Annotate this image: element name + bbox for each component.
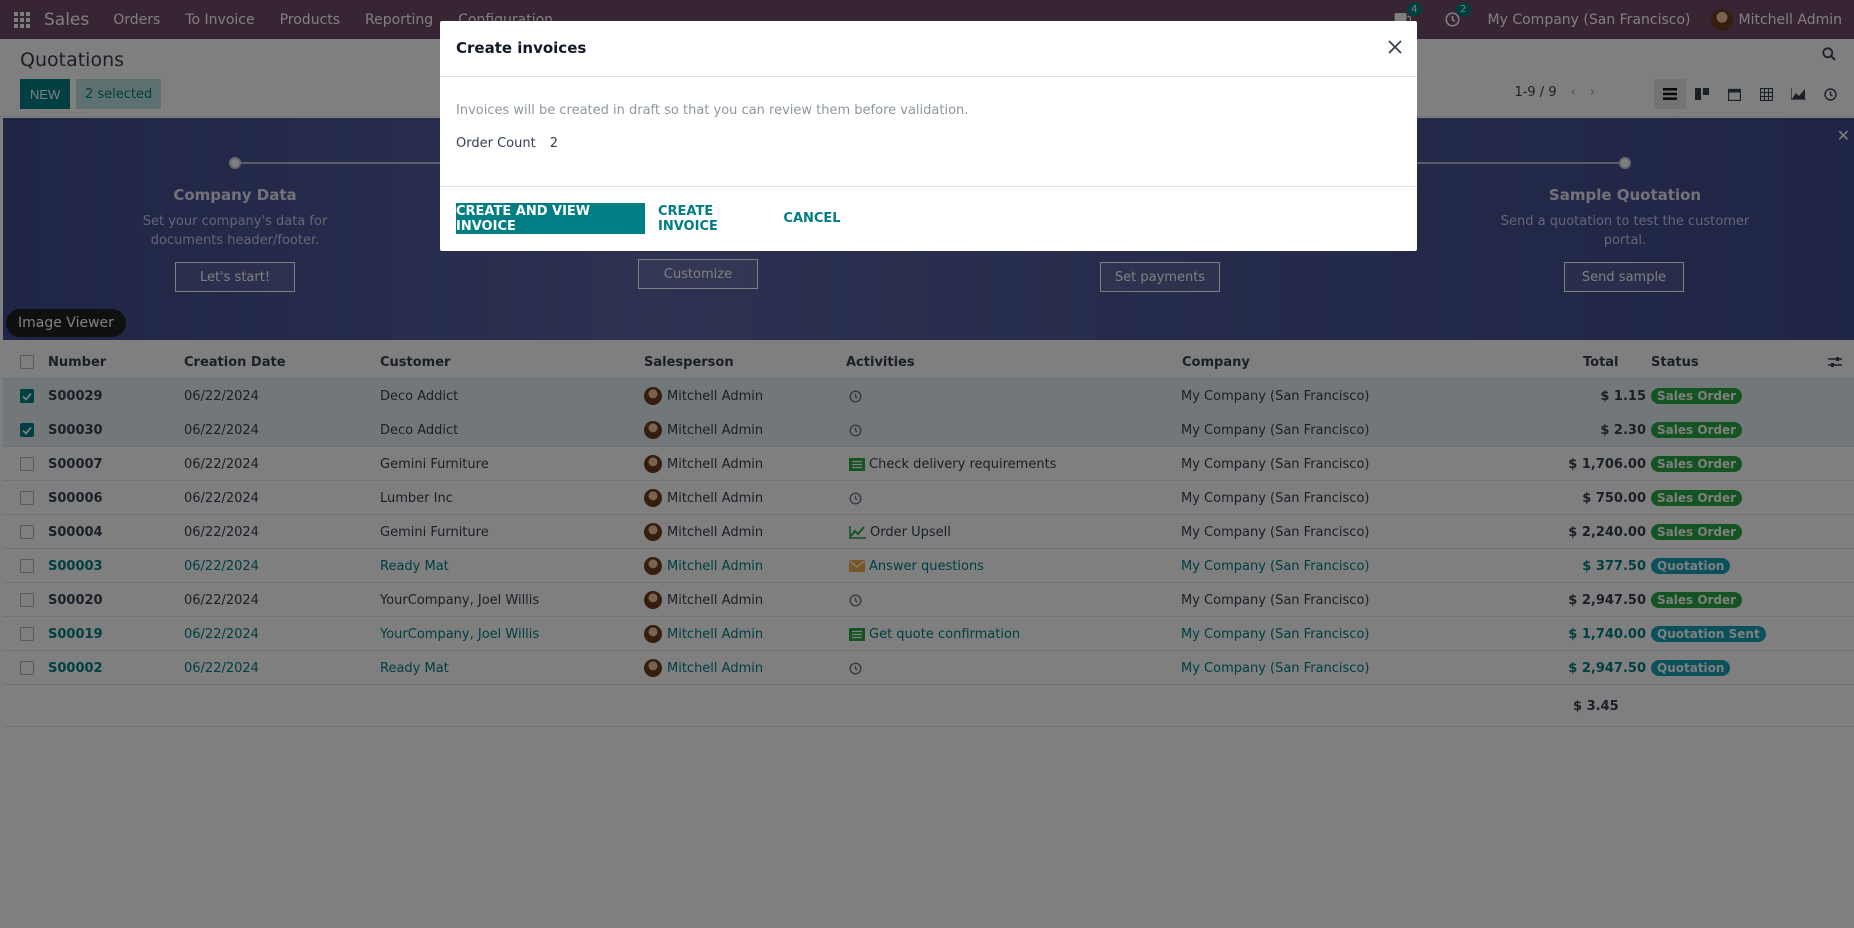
order-count-label: Order Count: [456, 136, 536, 151]
create-invoice-button[interactable]: CREATE INVOICE: [658, 203, 770, 234]
order-count-field: Order Count 2: [456, 136, 558, 151]
create-and-view-invoice-button[interactable]: CREATE AND VIEW INVOICE: [456, 203, 645, 234]
order-count-value: 2: [549, 136, 558, 151]
modal-title: Create invoices: [456, 39, 587, 57]
modal-footer: CREATE AND VIEW INVOICE CREATE INVOICE C…: [440, 187, 1417, 250]
modal-note: Invoices will be created in draft so tha…: [456, 103, 969, 118]
cancel-button[interactable]: CANCEL: [782, 203, 842, 234]
create-invoices-dialog: Create invoices Invoices will be created…: [440, 21, 1417, 251]
close-icon[interactable]: [1387, 39, 1403, 59]
modal-body: Invoices will be created in draft so tha…: [440, 77, 1417, 187]
modal-header: Create invoices: [440, 21, 1417, 77]
